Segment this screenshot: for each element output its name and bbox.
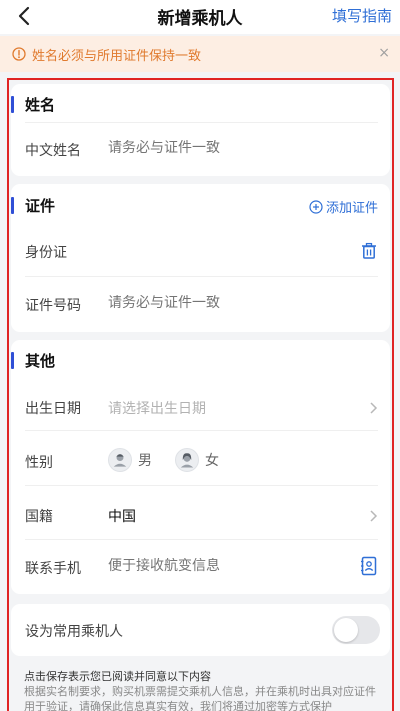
top-nav-bar: 新增乘机人 填写指南 (0, 0, 400, 34)
add-passenger-page: 新增乘机人 填写指南 姓名必须与所用证件保持一致 × 姓名 中文姓名 证件 添加… (0, 0, 400, 711)
notice-text: 姓名必须与所用证件保持一致 (32, 49, 202, 64)
close-icon[interactable]: × (378, 45, 390, 61)
notice-banner: 姓名必须与所用证件保持一致 × (0, 36, 400, 72)
fill-guide-link[interactable]: 填写指南 (332, 5, 392, 26)
alert-circle-icon (12, 47, 26, 61)
highlight-frame (7, 78, 394, 711)
